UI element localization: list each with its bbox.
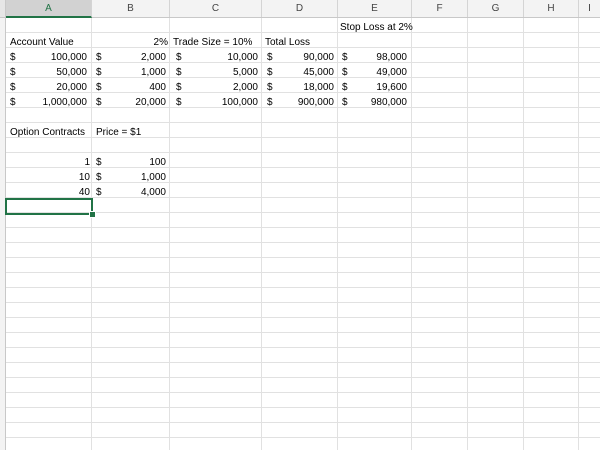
column-header-h[interactable]: H [524, 0, 579, 17]
currency-sign: $ [10, 52, 16, 63]
cell-b4[interactable]: 2,000 [106, 50, 166, 65]
cell-a11[interactable]: 1 [10, 155, 90, 170]
currency-sign: $ [342, 52, 348, 63]
currency-sign: $ [10, 97, 16, 108]
cell-c3-trade-size[interactable]: Trade Size = 10% [173, 35, 263, 50]
cell-b11[interactable]: 100 [106, 155, 166, 170]
currency-sign: $ [10, 67, 16, 78]
column-header-a[interactable]: A [6, 0, 92, 18]
column-header-row: A B C D E F G H I [6, 0, 600, 18]
currency-sign: $ [267, 67, 273, 78]
currency-sign: $ [96, 157, 102, 168]
column-header-c[interactable]: C [170, 0, 262, 17]
cell-e4[interactable]: 98,000 [352, 50, 407, 65]
currency-sign: $ [176, 82, 182, 93]
cell-a4[interactable]: 100,000 [20, 50, 87, 65]
cell-d4[interactable]: 90,000 [277, 50, 334, 65]
currency-sign: $ [342, 97, 348, 108]
cell-e2-stop-loss-header[interactable]: Stop Loss at 2% [340, 20, 440, 35]
currency-sign: $ [176, 52, 182, 63]
cell-c7[interactable]: 100,000 [186, 95, 258, 110]
cell-c5[interactable]: 5,000 [186, 65, 258, 80]
currency-sign: $ [176, 97, 182, 108]
cell-b12[interactable]: 1,000 [106, 170, 166, 185]
cell-b7[interactable]: 20,000 [106, 95, 166, 110]
cell-grid[interactable]: Stop Loss at 2% Account Value 2% Trade S… [5, 18, 600, 450]
cell-b3-percent[interactable]: 2% [92, 35, 168, 50]
cell-a3-account-value[interactable]: Account Value [10, 35, 90, 50]
cell-d6[interactable]: 18,000 [277, 80, 334, 95]
cell-a9-option-contracts[interactable]: Option Contracts [10, 125, 90, 140]
cell-e7[interactable]: 980,000 [352, 95, 407, 110]
cell-a7[interactable]: 1,000,000 [20, 95, 88, 110]
cell-c6[interactable]: 2,000 [186, 80, 258, 95]
currency-sign: $ [96, 172, 102, 183]
cell-b9-price[interactable]: Price = $1 [96, 125, 168, 140]
currency-sign: $ [342, 82, 348, 93]
selected-cell-a14[interactable] [5, 198, 93, 215]
cell-a5[interactable]: 50,000 [20, 65, 87, 80]
cell-d5[interactable]: 45,000 [277, 65, 334, 80]
cell-d7[interactable]: 900,000 [277, 95, 334, 110]
spreadsheet: A B C D E F G H I Stop Loss at 2% Accoun… [0, 0, 600, 450]
cell-a12[interactable]: 10 [10, 170, 90, 185]
currency-sign: $ [96, 52, 102, 63]
cell-b13[interactable]: 4,000 [106, 185, 166, 200]
cell-a6[interactable]: 20,000 [20, 80, 87, 95]
column-header-d[interactable]: D [262, 0, 338, 17]
currency-sign: $ [267, 52, 273, 63]
currency-sign: $ [267, 97, 273, 108]
cell-b6[interactable]: 400 [106, 80, 166, 95]
column-header-e[interactable]: E [338, 0, 412, 17]
cell-d3-total-loss[interactable]: Total Loss [265, 35, 337, 50]
cell-c4[interactable]: 10,000 [186, 50, 258, 65]
currency-sign: $ [10, 82, 16, 93]
cell-e6[interactable]: 19,600 [352, 80, 407, 95]
currency-sign: $ [96, 82, 102, 93]
currency-sign: $ [96, 67, 102, 78]
currency-sign: $ [176, 67, 182, 78]
cell-b5[interactable]: 1,000 [106, 65, 166, 80]
column-header-b[interactable]: B [92, 0, 170, 17]
currency-sign: $ [96, 187, 102, 198]
column-header-i[interactable]: I [579, 0, 600, 17]
currency-sign: $ [342, 67, 348, 78]
currency-sign: $ [96, 97, 102, 108]
currency-sign: $ [267, 82, 273, 93]
fill-handle[interactable] [89, 211, 96, 218]
cell-e5[interactable]: 49,000 [352, 65, 407, 80]
column-header-f[interactable]: F [412, 0, 468, 17]
column-header-g[interactable]: G [468, 0, 524, 17]
